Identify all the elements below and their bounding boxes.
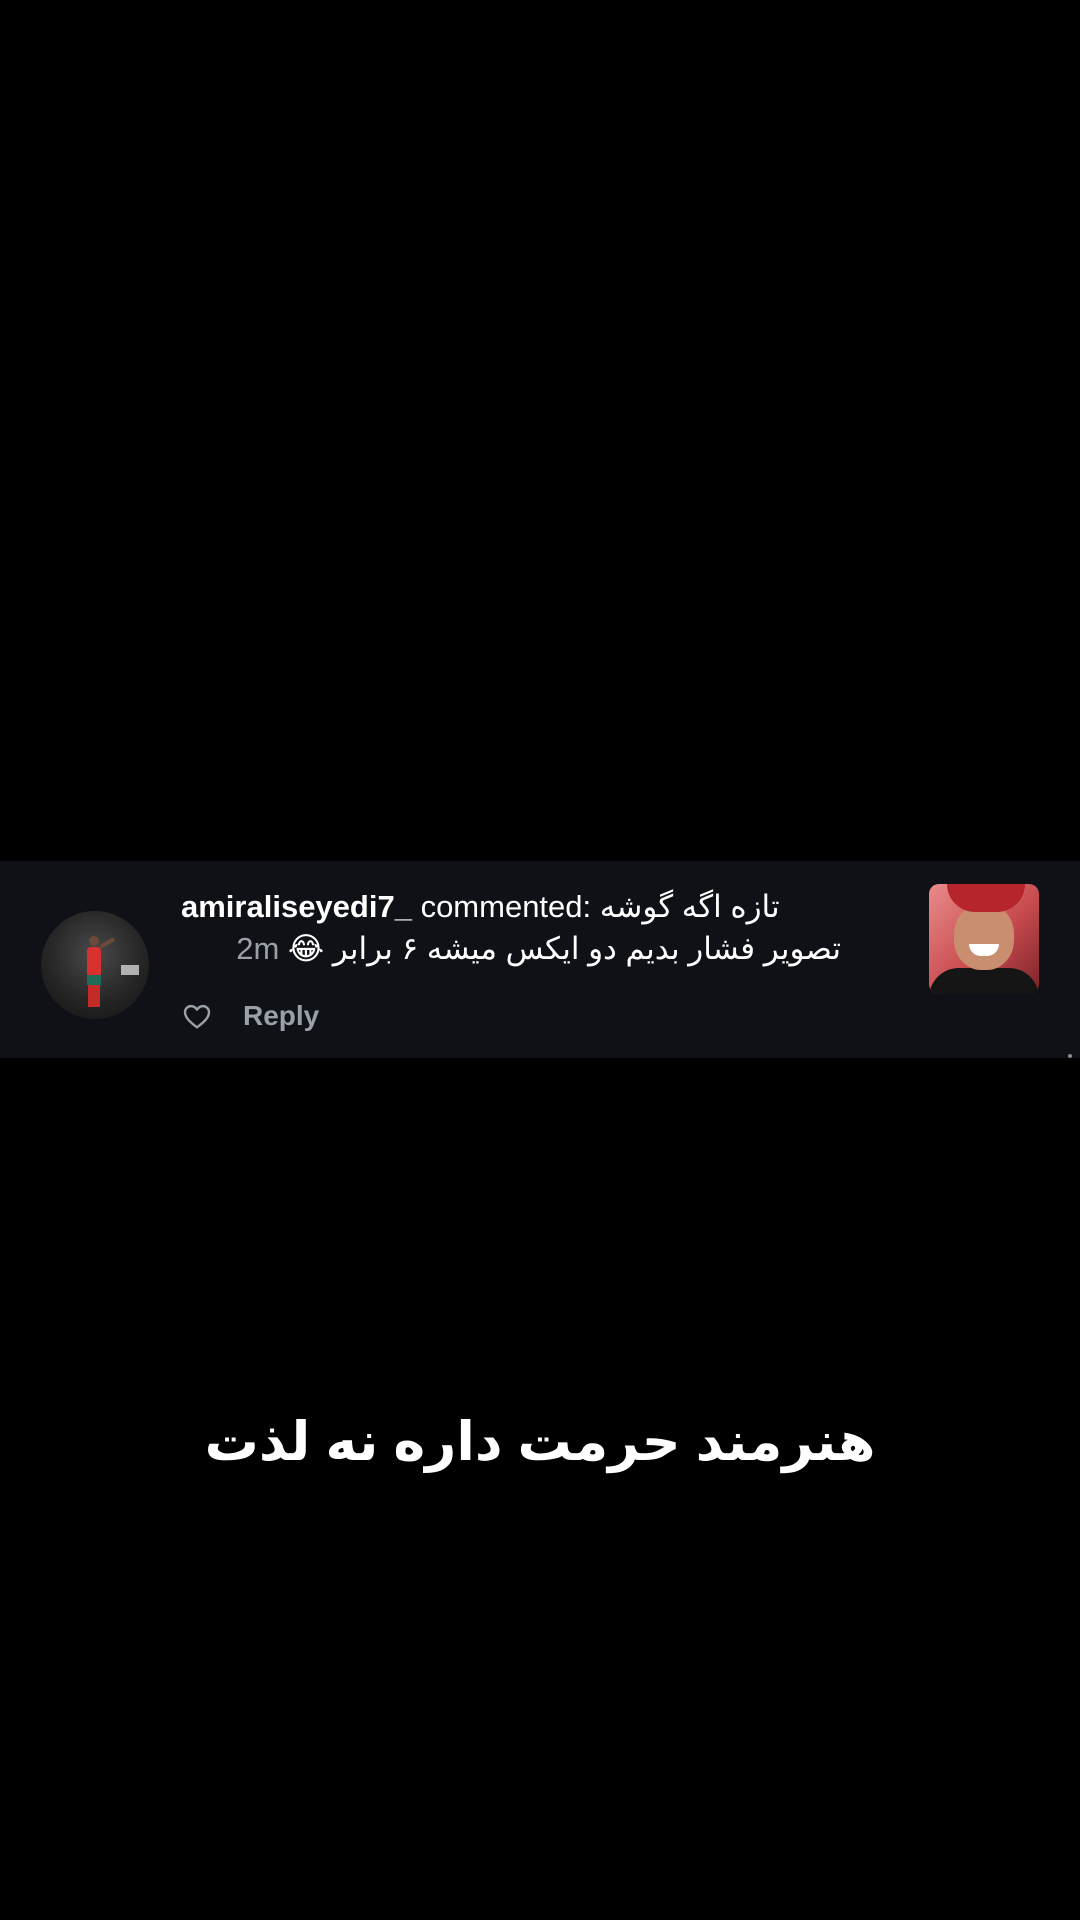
comment-timestamp: 2m xyxy=(236,931,280,966)
comment-text-line-2: تصویر فشار بدیم دو ایکس میشه ۶ برابر xyxy=(332,931,841,966)
thumbnail-face xyxy=(954,904,1014,970)
commenter-avatar[interactable] xyxy=(41,911,149,1019)
comment-card: amiraliseyedi7_ commented: تازه اگه گوشه… xyxy=(0,861,1080,1058)
avatar-figure-body xyxy=(87,947,101,977)
avatar-background-board xyxy=(121,965,139,975)
avatar-figure-arm xyxy=(99,937,115,949)
laughing-emoji: 😂 xyxy=(287,931,325,966)
video-caption: هنرمند حرمت داره نه لذت xyxy=(204,1412,876,1472)
comment-text-line-1: تازه اگه گوشه xyxy=(599,889,780,924)
heart-outline-icon[interactable] xyxy=(181,1000,213,1032)
avatar-figure-shorts xyxy=(87,975,101,985)
comment-line-2: تصویر فشار بدیم دو ایکس میشه ۶ برابر 😂 2… xyxy=(181,928,841,970)
avatar-figure-head xyxy=(89,936,99,946)
thumbnail-cap xyxy=(947,884,1025,912)
comment-line-1: amiraliseyedi7_ commented: تازه اگه گوشه xyxy=(181,886,871,928)
comment-text: amiraliseyedi7_ commented: تازه اگه گوشه… xyxy=(181,886,871,970)
commented-label: commented: xyxy=(411,889,600,924)
reply-button[interactable]: Reply xyxy=(243,1000,319,1032)
comment-actions: Reply xyxy=(181,996,319,1036)
scroll-indicator-dot xyxy=(1068,1054,1072,1058)
post-thumbnail[interactable] xyxy=(929,884,1039,994)
avatar-figure-legs xyxy=(88,985,100,1007)
thumbnail-shirt xyxy=(929,968,1039,994)
comment-username[interactable]: amiraliseyedi7_ xyxy=(181,889,412,924)
